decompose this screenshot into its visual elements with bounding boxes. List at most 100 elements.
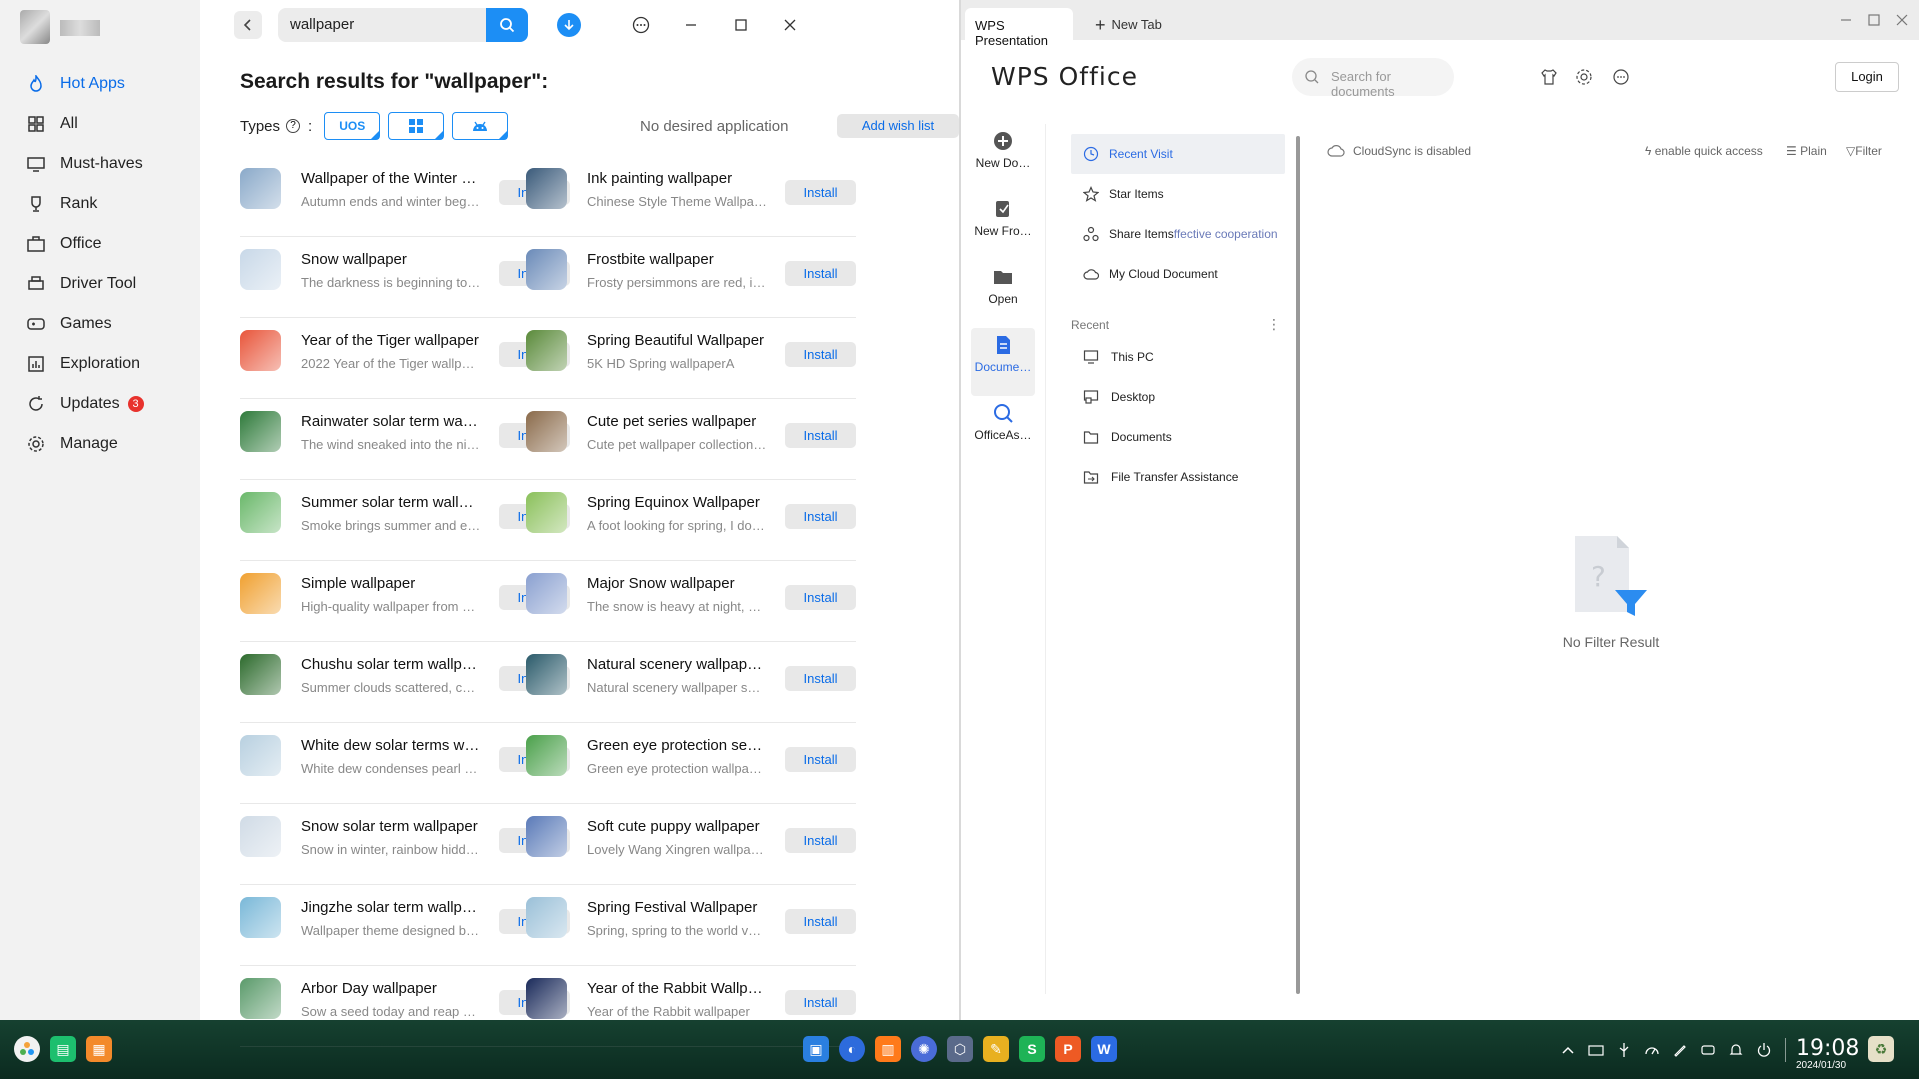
search-button[interactable] <box>486 8 528 42</box>
app-result-item[interactable]: Spring Equinox Wallpaper A foot looking f… <box>526 480 856 561</box>
app-store-taskbar-button[interactable]: ▥ <box>875 1036 901 1062</box>
multitask-view-button[interactable]: ▤ <box>50 1036 76 1062</box>
app-result-item[interactable]: Spring Festival Wallpaper Spring, spring … <box>526 885 856 966</box>
clock-time[interactable]: 19:08 <box>1796 1036 1859 1061</box>
app-result-item[interactable]: Snow solar term wallpaper Snow in winter,… <box>240 804 570 885</box>
app-icon[interactable] <box>526 897 567 938</box>
wps-spreadsheets-button[interactable]: S <box>1019 1036 1045 1062</box>
app-name[interactable]: Cute pet series wallpaper <box>587 413 767 430</box>
app-name[interactable]: Year of the Tiger wallpaper <box>301 332 481 349</box>
install-button[interactable]: Install <box>785 504 856 529</box>
browser-button[interactable]: ◐ <box>839 1036 865 1062</box>
trash-button[interactable]: ♻ <box>1868 1036 1894 1062</box>
app-name[interactable]: Spring Festival Wallpaper <box>587 899 767 916</box>
app-icon[interactable] <box>240 249 281 290</box>
wps-close-button[interactable] <box>1894 12 1910 28</box>
download-manager-button[interactable] <box>557 13 581 37</box>
app-result-item[interactable]: Soft cute puppy wallpaper Lovely Wang Xin… <box>526 804 856 885</box>
app-result-item[interactable]: Chushu solar term wallp… Summer clouds sc… <box>240 642 570 723</box>
app-name[interactable]: Spring Beautiful Wallpaper <box>587 332 767 349</box>
app-name[interactable]: Green eye protection seri… <box>587 737 767 754</box>
recent-location-this-pc[interactable]: This PC <box>1083 337 1283 377</box>
app-icon[interactable] <box>526 168 567 209</box>
more-menu-button[interactable] <box>628 12 654 38</box>
wps-left-item-open[interactable]: Open <box>961 260 1045 328</box>
skin-shirt-icon[interactable] <box>1540 68 1558 86</box>
sidebar-item-exploration[interactable]: Exploration <box>0 344 200 384</box>
install-button[interactable]: Install <box>785 180 856 205</box>
app-name[interactable]: Spring Equinox Wallpaper <box>587 494 767 511</box>
install-button[interactable]: Install <box>785 342 856 367</box>
type-uos-button[interactable]: UOS <box>324 112 381 140</box>
app-icon[interactable] <box>240 816 281 857</box>
package-manager-button[interactable]: ⬡ <box>947 1036 973 1062</box>
app-icon[interactable] <box>526 978 567 1019</box>
app-icon[interactable] <box>240 492 281 533</box>
wps-nav-star-items[interactable]: Star Items <box>1071 174 1285 214</box>
control-center-button[interactable]: ✺ <box>911 1036 937 1062</box>
sidebar-item-all[interactable]: All <box>0 104 200 144</box>
app-icon[interactable] <box>240 978 281 1019</box>
plain-view-button[interactable]: ☰ Plain <box>1786 144 1827 158</box>
wps-writer-button[interactable]: W <box>1091 1036 1117 1062</box>
notification-bell-icon[interactable] <box>1728 1042 1744 1058</box>
performance-gauge-icon[interactable] <box>1644 1042 1660 1058</box>
app-name[interactable]: Soft cute puppy wallpaper <box>587 818 767 835</box>
app-icon[interactable] <box>240 411 281 452</box>
wps-left-item-officeas[interactable]: OfficeAs… <box>961 396 1045 464</box>
document-search-input[interactable]: Search for documents <box>1292 58 1454 99</box>
app-name[interactable]: Arbor Day wallpaper <box>301 980 481 997</box>
cloud-sync-status[interactable]: CloudSync is disabled <box>1327 144 1471 158</box>
recent-location-documents[interactable]: Documents <box>1083 417 1283 457</box>
install-button[interactable]: Install <box>785 747 856 772</box>
app-name[interactable]: Ink painting wallpaper <box>587 170 767 187</box>
app-result-item[interactable]: Year of the Tiger wallpaper 2022 Year of … <box>240 318 570 399</box>
app-name[interactable]: Frostbite wallpaper <box>587 251 767 268</box>
maximize-button[interactable] <box>728 12 754 38</box>
app-icon[interactable] <box>240 897 281 938</box>
enable-quick-access-button[interactable]: ϟ enable quick access <box>1645 144 1763 158</box>
sidebar-item-rank[interactable]: Rank <box>0 184 200 224</box>
tab-wps-presentation[interactable]: WPS Presentation <box>965 8 1073 48</box>
workspace-button[interactable]: ▦ <box>86 1036 112 1062</box>
type-windows-button[interactable] <box>388 112 445 140</box>
power-icon[interactable] <box>1756 1042 1772 1058</box>
sidebar-item-games[interactable]: Games <box>0 304 200 344</box>
sidebar-item-manage[interactable]: Manage <box>0 424 200 464</box>
app-icon[interactable] <box>240 735 281 776</box>
wps-nav-scrollbar[interactable] <box>1296 136 1300 994</box>
add-wish-list-button[interactable]: Add wish list <box>837 114 959 138</box>
wps-left-item-new-do[interactable]: New Do… <box>961 124 1045 192</box>
app-icon[interactable] <box>240 168 281 209</box>
install-button[interactable]: Install <box>785 585 856 610</box>
app-result-item[interactable]: Natural scenery wallpap… Natural scenery … <box>526 642 856 723</box>
search-input[interactable]: wallpaper <box>278 8 486 42</box>
app-name[interactable]: Major Snow wallpaper <box>587 575 767 592</box>
app-icon[interactable] <box>526 249 567 290</box>
avatar[interactable] <box>20 10 50 44</box>
app-result-item[interactable]: Wallpaper of the Winter F… Autumn ends an… <box>240 156 570 237</box>
install-button[interactable]: Install <box>785 990 856 1015</box>
app-name[interactable]: Snow solar term wallpaper <box>301 818 481 835</box>
app-name[interactable]: Simple wallpaper <box>301 575 481 592</box>
app-result-item[interactable]: Summer solar term wall… Smoke brings summ… <box>240 480 570 561</box>
app-result-item[interactable]: Jingzhe solar term wallp… Wallpaper theme… <box>240 885 570 966</box>
launcher-button[interactable] <box>14 1036 40 1062</box>
app-result-item[interactable]: Cute pet series wallpaper Cute pet wallpa… <box>526 399 856 480</box>
install-button[interactable]: Install <box>785 261 856 286</box>
app-result-item[interactable]: Snow wallpaper The darkness is beginning … <box>240 237 570 318</box>
app-icon[interactable] <box>240 654 281 695</box>
app-icon[interactable] <box>526 816 567 857</box>
sidebar-item-must-haves[interactable]: Must-haves <box>0 144 200 184</box>
chevron-up-icon[interactable] <box>1560 1042 1576 1058</box>
sidebar-item-office[interactable]: Office <box>0 224 200 264</box>
wps-minimize-button[interactable] <box>1838 12 1854 28</box>
install-button[interactable]: Install <box>785 909 856 934</box>
install-button[interactable]: Install <box>785 828 856 853</box>
app-name[interactable]: Jingzhe solar term wallp… <box>301 899 481 916</box>
filter-button[interactable]: ▽Filter <box>1846 144 1882 158</box>
type-android-button[interactable] <box>452 112 509 140</box>
app-icon[interactable] <box>526 654 567 695</box>
chat-bubble-icon[interactable] <box>1612 68 1630 86</box>
keyboard-icon[interactable] <box>1588 1042 1604 1058</box>
